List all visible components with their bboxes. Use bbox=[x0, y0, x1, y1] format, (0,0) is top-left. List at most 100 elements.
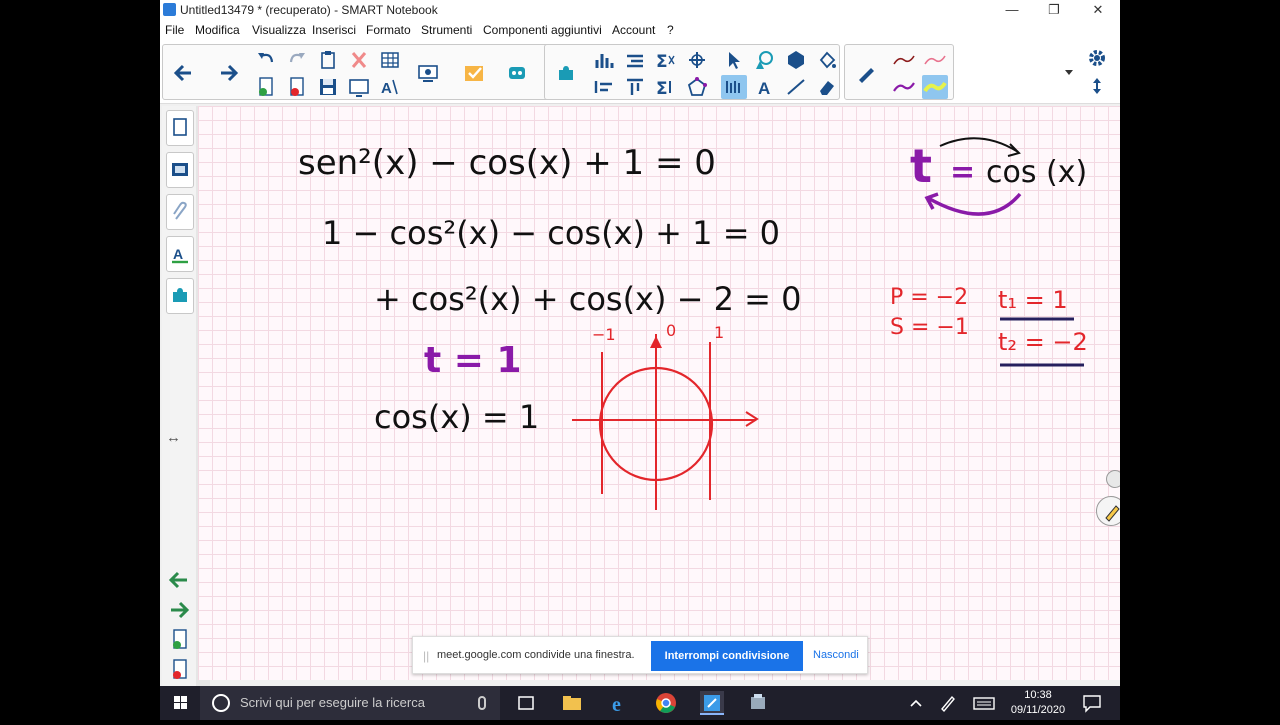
menu-visualizza[interactable]: Visualizza bbox=[252, 23, 306, 37]
gallery-icon[interactable] bbox=[166, 152, 194, 188]
save-icon[interactable] bbox=[315, 75, 341, 99]
internet-explorer-icon[interactable]: e bbox=[608, 691, 632, 716]
pen-style-highlighter[interactable] bbox=[922, 75, 948, 99]
undo-icon[interactable] bbox=[253, 48, 279, 72]
sidebar-next-page-icon[interactable] bbox=[166, 598, 192, 622]
notification-drag-handle[interactable]: || bbox=[423, 649, 429, 663]
stop-sharing-button[interactable]: Interrompi condivisione bbox=[651, 641, 803, 671]
pen-workspace-icon[interactable] bbox=[936, 691, 960, 715]
menu-modifica[interactable]: Modifica bbox=[195, 23, 240, 37]
settings-gear-icon[interactable] bbox=[1084, 46, 1110, 70]
addons-icon[interactable] bbox=[166, 278, 194, 314]
geometry-icon[interactable] bbox=[684, 48, 710, 72]
menu-inserisci[interactable]: Inserisci bbox=[312, 23, 356, 37]
redo-icon[interactable] bbox=[284, 48, 310, 72]
substitution-arrow-top bbox=[939, 137, 1019, 153]
taskbar-search-placeholder: Scrivi qui per eseguire la ricerca bbox=[240, 695, 425, 710]
close-button[interactable]: ✕ bbox=[1076, 0, 1120, 20]
addons-puzzle-icon[interactable] bbox=[553, 61, 579, 85]
windows-taskbar: Scrivi qui per eseguire la ricerca e 10:… bbox=[160, 686, 1120, 720]
distribute-icon[interactable] bbox=[591, 75, 617, 99]
document-camera-icon[interactable] bbox=[415, 61, 441, 85]
taskbar-clock[interactable]: 10:38 09/11/2020 bbox=[1003, 688, 1073, 718]
menu-strumenti[interactable]: Strumenti bbox=[421, 23, 472, 37]
sum-value: S = −1 bbox=[890, 315, 969, 340]
result-equation: cos(x) = 1 bbox=[374, 398, 539, 436]
taskbar-search-box[interactable]: Scrivi qui per eseguire la ricerca bbox=[200, 686, 500, 720]
lesson-activity-icon[interactable] bbox=[461, 61, 487, 85]
notification-message: meet.google.com condivide una finestra. bbox=[437, 649, 635, 661]
sidebar-add-page-icon[interactable] bbox=[166, 628, 192, 652]
sidebar-delete-page-icon[interactable] bbox=[166, 658, 192, 682]
align-icon[interactable] bbox=[622, 48, 648, 72]
eraser-icon[interactable] bbox=[814, 75, 840, 99]
resize-panel-icon[interactable]: ↔ bbox=[166, 429, 181, 446]
delete-page-icon[interactable] bbox=[284, 75, 310, 99]
sum-icon[interactable]: Σ bbox=[653, 48, 679, 72]
insert-table-icon[interactable] bbox=[377, 48, 403, 72]
toolbar: A Σ Σ A bbox=[160, 40, 1120, 104]
y-axis-arrow bbox=[650, 336, 662, 348]
response-icon[interactable] bbox=[504, 61, 530, 85]
polygon-icon[interactable] bbox=[684, 75, 710, 99]
align-top-icon[interactable] bbox=[622, 75, 648, 99]
hide-notification-link[interactable]: Nascondi bbox=[813, 649, 859, 661]
windows-start-button[interactable] bbox=[160, 686, 200, 720]
smart-notebook-window: Untitled13479 * (recuperato) - SMART Not… bbox=[160, 0, 1120, 686]
menu-formato[interactable]: Formato bbox=[366, 23, 411, 37]
paste-icon[interactable] bbox=[315, 48, 341, 72]
smart-notebook-taskbar-icon[interactable] bbox=[700, 691, 724, 715]
file-explorer-icon[interactable] bbox=[560, 691, 584, 715]
pencil-icon[interactable] bbox=[853, 61, 879, 85]
next-page-button[interactable] bbox=[215, 61, 241, 85]
touch-keyboard-icon[interactable] bbox=[972, 691, 996, 715]
move-toolbar-icon[interactable] bbox=[1084, 74, 1110, 98]
delete-icon[interactable] bbox=[346, 48, 372, 72]
select-icon[interactable] bbox=[721, 48, 747, 72]
task-view-icon[interactable] bbox=[514, 691, 538, 715]
page-sorter-icon[interactable] bbox=[166, 110, 194, 146]
svg-text:Σ: Σ bbox=[656, 52, 668, 72]
line-icon[interactable] bbox=[783, 75, 809, 99]
minimize-button[interactable]: — bbox=[990, 0, 1034, 20]
whiteboard-canvas[interactable]: sen²(x) − cos(x) + 1 = 0 1 − cos²(x) − c… bbox=[198, 106, 1120, 680]
attachments-icon[interactable] bbox=[166, 194, 194, 230]
maximize-button[interactable]: ❐ bbox=[1032, 0, 1076, 20]
menu-account[interactable]: Account bbox=[612, 23, 655, 37]
pen-style-dark-red[interactable] bbox=[891, 48, 917, 72]
substitution-value: t = 1 bbox=[424, 340, 522, 381]
text-icon[interactable]: A bbox=[752, 75, 778, 99]
previous-page-button[interactable] bbox=[171, 61, 197, 85]
toolbar-group-insert: Σ Σ A bbox=[544, 44, 840, 100]
new-page-icon[interactable] bbox=[253, 75, 279, 99]
math-expression-icon[interactable]: Σ bbox=[653, 75, 679, 99]
pen-style-pink[interactable] bbox=[922, 48, 948, 72]
float-pen-icon[interactable] bbox=[1096, 496, 1120, 526]
text-recognition-icon[interactable]: A bbox=[377, 75, 403, 99]
menu-componenti-aggiuntivi[interactable]: Componenti aggiuntivi bbox=[483, 23, 602, 37]
chrome-icon[interactable] bbox=[654, 691, 678, 715]
menu-file[interactable]: File bbox=[165, 23, 184, 37]
properties-icon[interactable]: A bbox=[166, 236, 194, 272]
pen-tool-icon[interactable] bbox=[721, 75, 747, 99]
shapes-icon[interactable] bbox=[752, 48, 778, 72]
sidebar-previous-page-icon[interactable] bbox=[166, 568, 192, 592]
toolbar-dropdown-icon[interactable] bbox=[1056, 60, 1074, 84]
float-select-icon[interactable] bbox=[1106, 470, 1120, 488]
action-center-icon[interactable] bbox=[1080, 691, 1104, 715]
chart-icon[interactable] bbox=[591, 48, 617, 72]
magic-shapes-icon[interactable] bbox=[783, 48, 809, 72]
screen-shade-icon[interactable] bbox=[346, 75, 372, 99]
toolbar-group-pen-styles bbox=[844, 44, 954, 100]
variable-t: t bbox=[910, 139, 932, 193]
side-panel: A ↔ bbox=[162, 106, 196, 686]
equation-3: + cos²(x) + cos(x) − 2 = 0 bbox=[374, 280, 802, 318]
root-t1: t₁ = 1 bbox=[998, 286, 1068, 314]
microphone-icon[interactable] bbox=[478, 696, 486, 710]
fill-icon[interactable] bbox=[814, 48, 840, 72]
app-taskbar-icon[interactable] bbox=[746, 691, 770, 715]
show-hidden-icons-icon[interactable] bbox=[904, 691, 928, 715]
substitution-arrow-bottom bbox=[927, 192, 1022, 216]
pen-style-purple[interactable] bbox=[891, 75, 917, 99]
menu-help[interactable]: ? bbox=[667, 23, 674, 37]
